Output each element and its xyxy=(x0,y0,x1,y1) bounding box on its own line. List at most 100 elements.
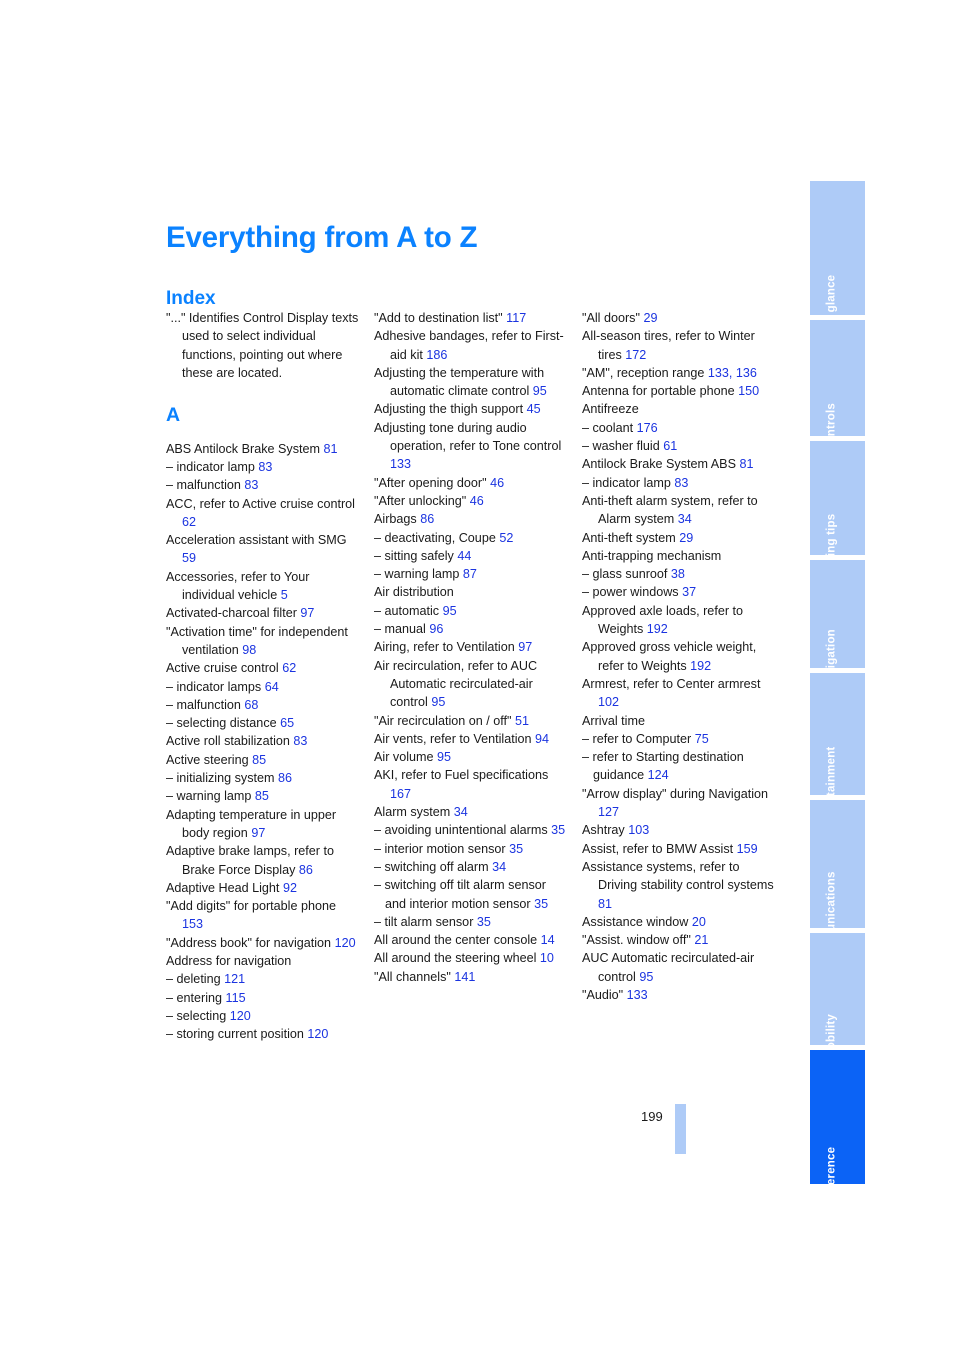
index-subentry[interactable]: – washer fluid 61 xyxy=(582,437,776,455)
index-entry[interactable]: Anti-trapping mechanism xyxy=(582,547,776,565)
index-page-reference[interactable]: 102 xyxy=(598,695,619,709)
index-page-reference[interactable]: 59 xyxy=(182,551,196,565)
index-page-reference[interactable]: 97 xyxy=(300,606,314,620)
index-page-reference[interactable]: 35 xyxy=(477,915,491,929)
index-subentry[interactable]: – power windows 37 xyxy=(582,583,776,601)
index-page-reference[interactable]: 117 xyxy=(506,311,526,325)
index-subentry[interactable]: – switching off tilt alarm sensor and in… xyxy=(374,876,568,913)
chapter-tab-at-a-glance[interactable]: At a glance xyxy=(810,181,865,338)
index-entry[interactable]: ACC, refer to Active cruise control 62 xyxy=(166,495,360,532)
index-entry[interactable]: Anti-theft alarm system, refer to Alarm … xyxy=(582,492,776,529)
index-page-reference[interactable]: 86 xyxy=(299,863,313,877)
index-page-reference[interactable]: 95 xyxy=(443,604,457,618)
index-subentry[interactable]: – warning lamp 87 xyxy=(374,565,568,583)
index-entry[interactable]: Adapting temperature in upper body regio… xyxy=(166,806,360,843)
index-page-reference[interactable]: 153 xyxy=(182,917,203,931)
index-entry[interactable]: "Arrow display" during Navigation 127 xyxy=(582,785,776,822)
index-page-reference[interactable]: 68 xyxy=(244,698,258,712)
index-subentry[interactable]: – switching off alarm 34 xyxy=(374,858,568,876)
index-page-reference[interactable]: 95 xyxy=(431,695,445,709)
index-page-reference[interactable]: 141 xyxy=(454,970,475,984)
index-entry[interactable]: "Audio" 133 xyxy=(582,986,776,1004)
index-entry[interactable]: Air recirculation, refer to AUC Automati… xyxy=(374,657,568,712)
index-page-reference[interactable]: 115 xyxy=(226,991,246,1005)
index-subentry[interactable]: – selecting 120 xyxy=(166,1007,360,1025)
index-subentry[interactable]: – initializing system 86 xyxy=(166,769,360,787)
index-entry[interactable]: Air vents, refer to Ventilation 94 xyxy=(374,730,568,748)
index-subentry[interactable]: – deleting 121 xyxy=(166,970,360,988)
index-page-reference[interactable]: 35 xyxy=(551,823,565,837)
index-page-reference[interactable]: 95 xyxy=(533,384,547,398)
index-entry[interactable]: AUC Automatic recirculated-air control 9… xyxy=(582,949,776,986)
index-entry[interactable]: Active roll stabilization 83 xyxy=(166,732,360,750)
index-page-reference[interactable]: 85 xyxy=(252,753,266,767)
index-subentry[interactable]: – interior motion sensor 35 xyxy=(374,840,568,858)
index-page-reference[interactable]: 37 xyxy=(682,585,696,599)
index-page-reference[interactable]: 35 xyxy=(509,842,523,856)
index-page-reference[interactable]: 83 xyxy=(244,478,258,492)
chapter-tab-navigation[interactable]: Navigation xyxy=(810,560,865,689)
index-page-reference[interactable]: 167 xyxy=(390,787,411,801)
index-entry[interactable]: "Address book" for navigation 120 xyxy=(166,934,360,952)
index-entry[interactable]: Armrest, refer to Center armrest 102 xyxy=(582,675,776,712)
index-entry[interactable]: ABS Antilock Brake System 81 xyxy=(166,440,360,458)
index-page-reference[interactable]: 64 xyxy=(265,680,279,694)
index-page-reference[interactable]: 52 xyxy=(499,531,513,545)
index-entry[interactable]: Ashtray 103 xyxy=(582,821,776,839)
chapter-tab-driving-tips[interactable]: Driving tips xyxy=(810,441,865,579)
index-page-reference[interactable]: 21 xyxy=(694,933,708,947)
index-entry[interactable]: Adjusting the thigh support 45 xyxy=(374,400,568,418)
index-page-reference[interactable]: 150 xyxy=(738,384,759,398)
index-subentry[interactable]: – manual 96 xyxy=(374,620,568,638)
index-entry[interactable]: "All doors" 29 xyxy=(582,309,776,327)
index-page-reference[interactable]: 62 xyxy=(282,661,296,675)
index-subentry[interactable]: – refer to Starting destination guidance… xyxy=(582,748,776,785)
index-page-reference[interactable]: 120 xyxy=(230,1009,251,1023)
index-page-reference[interactable]: 14 xyxy=(541,933,555,947)
index-page-reference[interactable]: 81 xyxy=(739,457,753,471)
index-page-reference[interactable]: 46 xyxy=(490,476,504,490)
index-subentry[interactable]: – indicator lamps 64 xyxy=(166,678,360,696)
index-entry[interactable]: Assist, refer to BMW Assist 159 xyxy=(582,840,776,858)
index-page-reference[interactable]: 29 xyxy=(643,311,657,325)
index-subentry[interactable]: – warning lamp 85 xyxy=(166,787,360,805)
index-page-reference[interactable]: 133 xyxy=(390,457,411,471)
index-entry[interactable]: "All channels" 141 xyxy=(374,968,568,986)
index-page-reference[interactable]: 98 xyxy=(242,643,256,657)
index-page-reference[interactable]: 5 xyxy=(281,588,288,602)
index-entry[interactable]: "Activation time" for independent ventil… xyxy=(166,623,360,660)
index-entry[interactable]: "Add to destination list" 117 xyxy=(374,309,568,327)
chapter-tab-entertainment[interactable]: Entertainment xyxy=(810,673,865,826)
index-entry[interactable]: "After opening door" 46 xyxy=(374,474,568,492)
index-subentry[interactable]: – malfunction 68 xyxy=(166,696,360,714)
index-entry[interactable]: Adjusting tone during audio operation, r… xyxy=(374,419,568,474)
index-page-reference[interactable]: 120 xyxy=(335,936,356,950)
index-page-reference[interactable]: 62 xyxy=(182,515,196,529)
index-entry[interactable]: Approved gross vehicle weight, refer to … xyxy=(582,638,776,675)
index-page-reference[interactable]: 85 xyxy=(255,789,269,803)
index-page-reference[interactable]: 29 xyxy=(679,531,693,545)
index-entry[interactable]: Adaptive Head Light 92 xyxy=(166,879,360,897)
chapter-tab-controls[interactable]: Controls xyxy=(810,320,865,451)
index-entry[interactable]: Active steering 85 xyxy=(166,751,360,769)
index-subentry[interactable]: – glass sunroof 38 xyxy=(582,565,776,583)
index-entry[interactable]: AKI, refer to Fuel specifications 167 xyxy=(374,766,568,803)
index-page-reference[interactable]: 45 xyxy=(527,402,541,416)
index-page-reference[interactable]: 61 xyxy=(663,439,677,453)
chapter-tab-communications[interactable]: Communications xyxy=(810,800,865,967)
index-page-reference[interactable]: 34 xyxy=(454,805,468,819)
index-entry[interactable]: Assistance systems, refer to Driving sta… xyxy=(582,858,776,913)
index-page-reference[interactable]: 20 xyxy=(692,915,706,929)
index-entry[interactable]: Accessories, refer to Your individual ve… xyxy=(166,568,360,605)
index-entry[interactable]: Adjusting the temperature with automatic… xyxy=(374,364,568,401)
index-entry[interactable]: Acceleration assistant with SMG 59 xyxy=(166,531,360,568)
index-page-reference[interactable]: 75 xyxy=(695,732,709,746)
index-subentry[interactable]: – storing current position 120 xyxy=(166,1025,360,1043)
index-entry[interactable]: "Air recirculation on / off" 51 xyxy=(374,712,568,730)
index-page-reference[interactable]: 124 xyxy=(648,768,669,782)
index-subentry[interactable]: – deactivating, Coupe 52 xyxy=(374,529,568,547)
index-subentry[interactable]: – coolant 176 xyxy=(582,419,776,437)
index-entry[interactable]: Air distribution xyxy=(374,583,568,601)
index-subentry[interactable]: – refer to Computer 75 xyxy=(582,730,776,748)
index-entry[interactable]: All around the center console 14 xyxy=(374,931,568,949)
